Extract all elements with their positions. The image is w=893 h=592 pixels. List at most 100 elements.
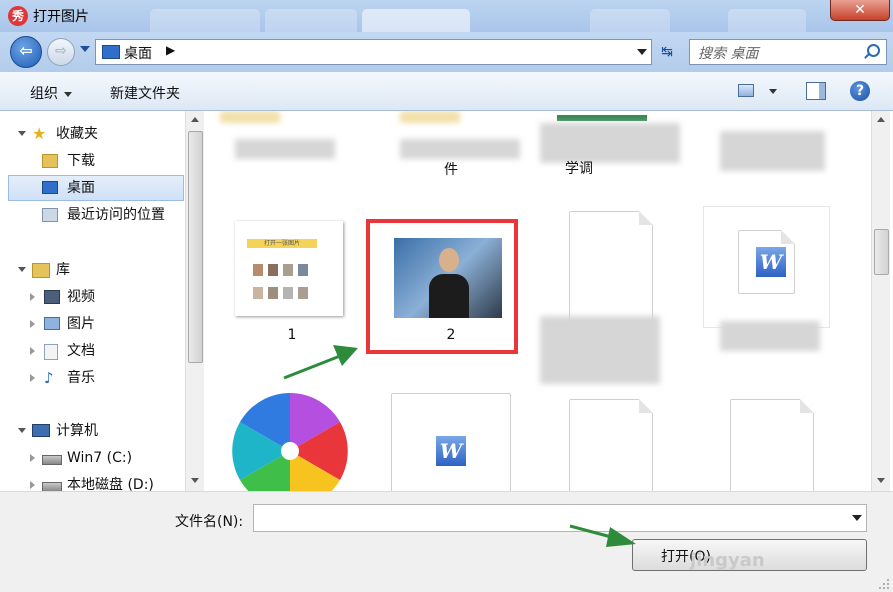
file-label: 学调 [565,161,593,177]
nav-favorites-label: 收藏夹 [56,126,98,142]
file-item[interactable] [540,316,660,384]
collapse-icon[interactable] [30,454,35,462]
nav-item-label: 音乐 [67,370,95,386]
background-tab [590,9,670,32]
scroll-thumb[interactable] [874,229,889,275]
nav-computer-label: 计算机 [56,423,98,439]
new-folder-button[interactable]: 新建文件夹 [110,83,180,103]
history-dropdown-icon[interactable] [80,46,90,52]
close-button[interactable]: ✕ [830,0,890,21]
word-icon: W [436,436,466,466]
scroll-up-icon[interactable] [877,117,885,122]
drive-icon [42,455,62,465]
background-tab [265,9,357,32]
file-list-scrollbar[interactable] [871,111,890,491]
nav-favorites[interactable]: ★ 收藏夹 [18,123,178,145]
organize-button[interactable]: 组织 [30,83,72,103]
nav-item-drive-d[interactable]: 本地磁盘 (D:) [30,474,180,491]
command-toolbar: 组织 新建文件夹 ? [0,72,893,111]
organize-label: 组织 [30,86,58,102]
desktop-icon [102,45,120,59]
breadcrumb-separator-icon[interactable]: ▶ [166,43,175,57]
background-tab [728,9,806,32]
nav-item-drive-c[interactable]: Win7 (C:) [30,447,180,469]
folder-icon[interactable] [220,111,280,123]
title-bar: 秀 打开图片 ✕ [0,0,893,32]
nav-item-label: 本地磁盘 (D:) [67,477,154,491]
nav-libraries[interactable]: 库 [18,259,178,281]
view-options-icon[interactable] [738,84,754,97]
preview-pane-icon[interactable] [806,82,826,100]
nav-item-desktop[interactable]: 桌面 [42,177,182,199]
nav-item-label: 视频 [67,289,95,305]
nav-item-videos[interactable]: 视频 [30,286,180,308]
forward-button[interactable]: ⇨ [47,38,75,66]
filename-dropdown-icon[interactable] [852,515,862,521]
search-icon[interactable] [867,44,880,57]
file-item[interactable] [235,139,335,159]
collapse-icon[interactable] [30,293,35,301]
expand-icon[interactable] [18,428,26,433]
image-thumbnail[interactable]: 打开一张图片 [235,221,343,316]
thumbnail-banner: 打开一张图片 [247,239,317,248]
nav-item-pictures[interactable]: 图片 [30,313,180,335]
nav-item-downloads[interactable]: 下载 [42,150,182,172]
folder-icon[interactable] [400,111,460,123]
library-icon [32,263,50,278]
nav-item-label: 最近访问的位置 [67,207,165,223]
address-dropdown-icon[interactable] [637,49,647,55]
video-icon [44,290,60,304]
window-title: 打开图片 [33,9,89,25]
scroll-down-icon[interactable] [877,478,885,483]
document-icon[interactable] [569,399,653,491]
scroll-down-icon[interactable] [191,478,199,483]
collapse-icon[interactable] [30,374,35,382]
resize-grip-icon[interactable] [878,578,890,590]
filename-input[interactable] [253,504,867,532]
photo-head [439,248,459,272]
nav-item-documents[interactable]: 文档 [30,340,180,362]
image-thumbnail-2[interactable] [394,238,502,318]
refresh-button[interactable]: ↹ [653,39,681,65]
scroll-up-icon[interactable] [191,117,199,122]
nav-item-label: 图片 [67,316,95,332]
background-tab [150,9,260,32]
file-item[interactable] [720,131,825,171]
file-item[interactable] [720,321,820,351]
image-thumbnail[interactable] [557,115,647,121]
document-icon[interactable] [569,211,653,321]
chevron-down-icon[interactable] [769,89,777,94]
document-icon[interactable] [730,399,814,491]
collapse-icon[interactable] [30,481,35,489]
nav-computer[interactable]: 计算机 [18,420,178,442]
word-document-thumbnail[interactable]: W [703,206,830,328]
page-fold-icon [639,399,653,413]
thumbnail-photo [298,287,308,299]
documents-icon [44,344,58,360]
pinwheel-app-icon[interactable] [230,391,350,491]
expand-icon[interactable] [18,131,26,136]
file-item[interactable] [540,123,680,163]
word-document-thumbnail[interactable]: W [391,393,511,491]
help-icon[interactable]: ? [850,81,870,101]
nav-scrollbar[interactable] [185,111,204,491]
collapse-icon[interactable] [30,320,35,328]
word-icon: W [756,247,786,277]
scroll-thumb[interactable] [188,131,203,363]
file-item[interactable] [400,139,520,159]
expand-icon[interactable] [18,267,26,272]
thumbnail-photo [298,264,308,276]
app-icon: 秀 [8,6,28,26]
search-input[interactable]: 搜索 桌面 [689,39,887,65]
breadcrumb-location[interactable]: 桌面 [124,43,152,63]
back-button[interactable]: ⇦ [10,36,42,68]
nav-item-label: 下载 [67,153,95,169]
music-icon: ♪ [44,369,54,387]
nav-item-label: 桌面 [67,180,95,196]
nav-item-recent[interactable]: 最近访问的位置 [42,204,182,226]
nav-item-music[interactable]: ♪ 音乐 [30,367,180,389]
collapse-icon[interactable] [30,347,35,355]
file-label: 件 [444,162,458,178]
filename-label: 文件名(N): [175,514,244,530]
breadcrumb[interactable]: 桌面 ▶ [95,39,652,65]
